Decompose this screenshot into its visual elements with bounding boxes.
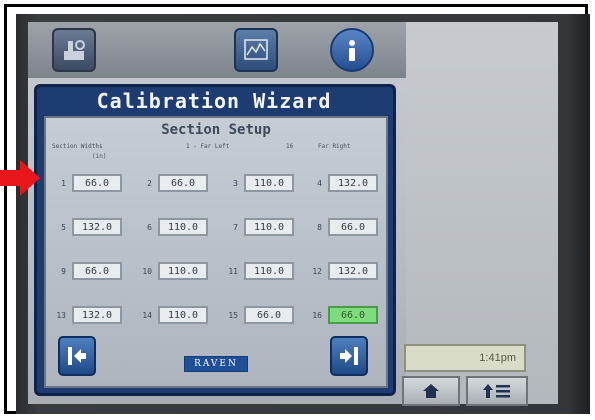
section-number: 16	[312, 311, 322, 320]
clock-time: 1:41pm	[479, 352, 516, 364]
section-width-field[interactable]: 110.0	[244, 218, 294, 236]
performance-button[interactable]	[234, 28, 278, 72]
section-setup-title: Section Setup	[161, 122, 271, 138]
tools-icon	[64, 40, 85, 60]
back-arrow-icon	[68, 347, 86, 365]
home-icon	[423, 384, 439, 398]
units-label: (in)	[92, 153, 107, 160]
section-width-field[interactable]: 66.0	[72, 174, 122, 192]
section-number: 2	[147, 179, 152, 188]
section-number: 13	[56, 311, 66, 320]
section-number: 11	[228, 267, 238, 276]
section-width-field[interactable]: 66.0	[328, 218, 378, 236]
header-far-right: Far Right	[318, 143, 351, 150]
section-number: 15	[228, 311, 238, 320]
section-number: 14	[142, 311, 152, 320]
clock-display: 1:41pm	[404, 344, 526, 372]
section-width-field[interactable]: 132.0	[328, 174, 378, 192]
section-number: 6	[147, 223, 152, 232]
section-width-field[interactable]: 110.0	[244, 262, 294, 280]
section-width-field[interactable]: 110.0	[244, 174, 294, 192]
section-number: 4	[317, 179, 322, 188]
section-width-field[interactable]: 132.0	[72, 306, 122, 324]
section-width-field-selected[interactable]: 66.0	[328, 306, 378, 324]
brand-logo: RAVEN	[184, 356, 248, 372]
section-width-field[interactable]: 132.0	[72, 218, 122, 236]
info-button[interactable]	[330, 28, 374, 72]
annotation-arrow-icon	[0, 160, 40, 196]
section-number: 9	[61, 267, 66, 276]
tools-button[interactable]	[52, 28, 96, 72]
section-width-field[interactable]: 66.0	[158, 174, 208, 192]
menu-button[interactable]	[466, 376, 528, 406]
header-far-left: 1 - Far Left	[186, 143, 230, 150]
section-width-field[interactable]: 110.0	[158, 306, 208, 324]
next-button[interactable]	[330, 336, 368, 376]
section-number: 10	[142, 267, 152, 276]
header-section-count: 16	[286, 143, 294, 150]
back-button[interactable]	[58, 336, 96, 376]
section-number: 5	[61, 223, 66, 232]
section-width-field[interactable]: 66.0	[72, 262, 122, 280]
header-section-widths: Section Widths	[52, 143, 103, 150]
section-width-field[interactable]: 110.0	[158, 218, 208, 236]
section-width-field[interactable]: 110.0	[158, 262, 208, 280]
performance-icon	[244, 39, 268, 60]
section-number: 12	[312, 267, 322, 276]
home-button[interactable]	[402, 376, 460, 406]
next-arrow-icon	[340, 347, 358, 365]
section-number: 1	[61, 179, 66, 188]
info-icon	[349, 40, 355, 61]
section-width-field[interactable]: 132.0	[328, 262, 378, 280]
section-number: 7	[233, 223, 238, 232]
menu-icon	[483, 384, 510, 398]
wizard-title: Calibration Wizard	[96, 89, 332, 113]
section-number: 3	[233, 179, 238, 188]
section-width-field[interactable]: 66.0	[244, 306, 294, 324]
section-number: 8	[317, 223, 322, 232]
